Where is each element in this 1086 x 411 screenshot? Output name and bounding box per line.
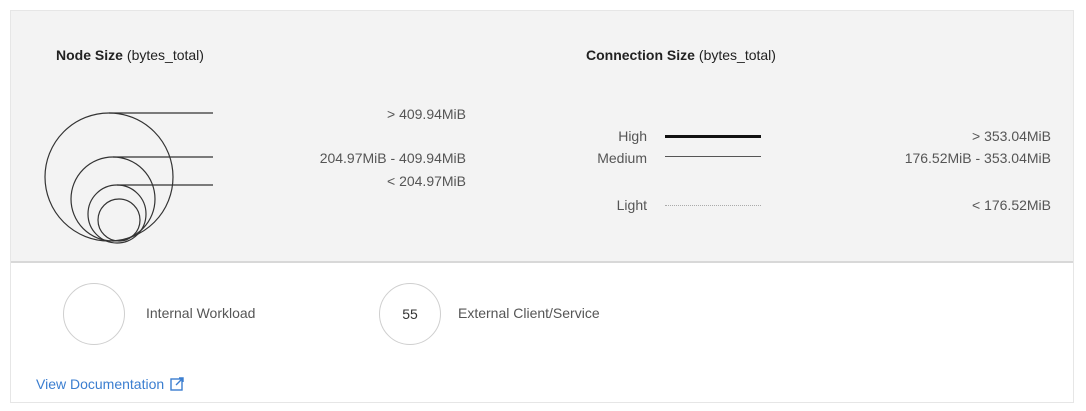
connection-medium-name: Medium (597, 150, 647, 166)
internal-workload-node-icon (63, 283, 125, 345)
size-legend-panel: Node Size (bytes_total) > 409.94MiB 204.9… (11, 11, 1073, 263)
node-size-medium-label: 204.97MiB - 409.94MiB (319, 150, 466, 166)
node-size-small-label: < 204.97MiB (387, 173, 466, 189)
connection-medium-label: 176.52MiB - 353.04MiB (904, 150, 1051, 166)
external-service-node-icon: 55 (379, 283, 441, 345)
connection-size-metric: (bytes_total) (698, 47, 776, 63)
node-size-large-label: > 409.94MiB (387, 106, 466, 122)
node-size-circles-icon (44, 112, 213, 244)
traffic-legend: Node Size (bytes_total) > 409.94MiB 204.9… (10, 10, 1074, 403)
internal-workload-label: Internal Workload (146, 305, 256, 321)
node-size-title: Node Size (bytes_total) (56, 47, 204, 63)
connection-high-line (665, 135, 761, 138)
node-size-metric: (bytes_total) (126, 47, 204, 63)
connection-medium-line (665, 156, 761, 157)
connection-light-line (665, 205, 761, 206)
connection-high-name: High (618, 128, 647, 144)
node-size-heading: Node Size (56, 47, 123, 63)
connection-light-name: Light (616, 197, 647, 213)
connection-size-heading: Connection Size (586, 47, 695, 63)
external-service-label: External Client/Service (458, 305, 600, 321)
connection-light-label: < 176.52MiB (972, 197, 1051, 213)
connection-high-label: > 353.04MiB (972, 128, 1051, 144)
view-documentation-label: View Documentation (36, 376, 165, 392)
external-service-count: 55 (402, 306, 418, 322)
connection-size-title: Connection Size (bytes_total) (586, 47, 776, 63)
external-link-icon (170, 377, 184, 391)
view-documentation-link[interactable]: View Documentation (36, 376, 184, 392)
